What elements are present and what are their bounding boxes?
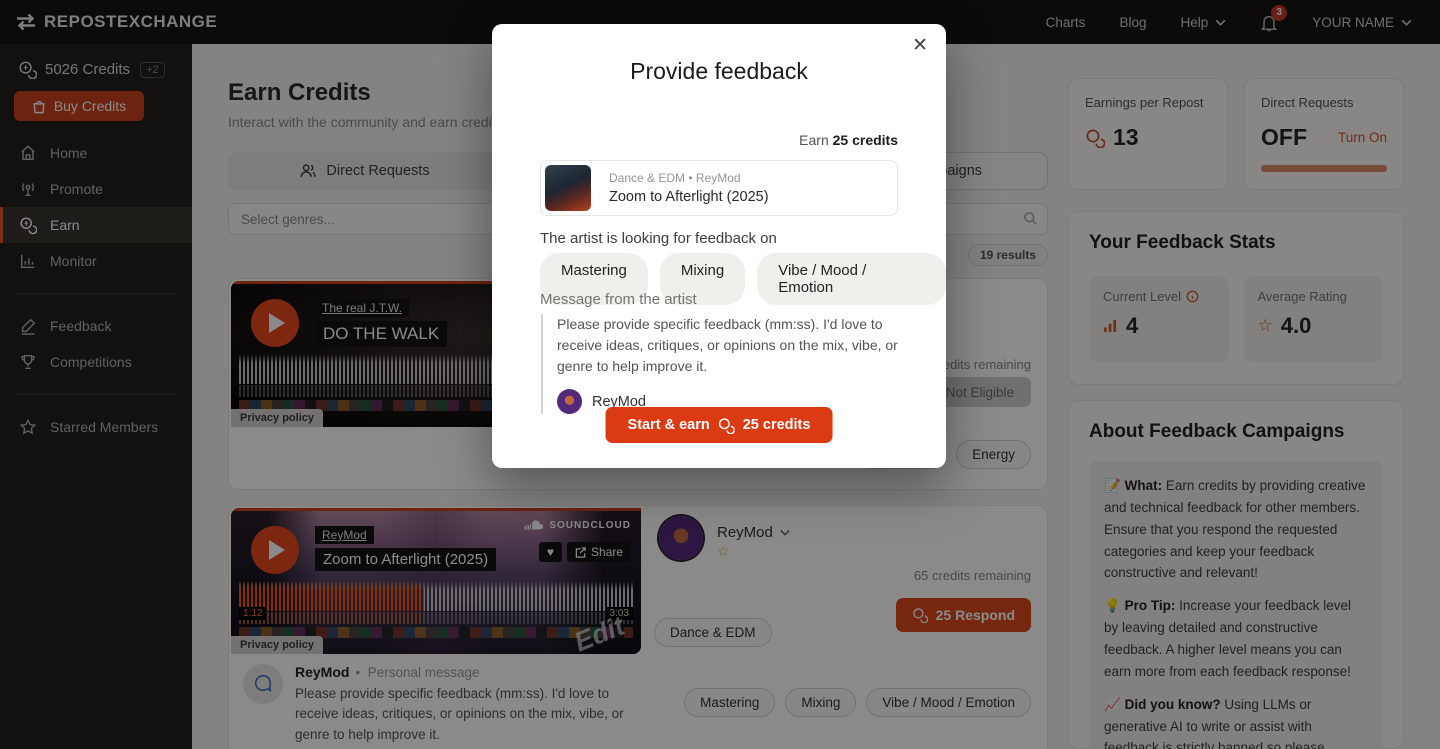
close-icon[interactable]: ✕: [912, 36, 928, 55]
message-from-artist-label: Message from the artist: [540, 291, 697, 308]
album-art: [545, 165, 591, 211]
track-meta: Dance & EDM • ReyMod: [609, 171, 769, 185]
looking-for-label: The artist is looking for feedback on: [540, 230, 777, 247]
modal-title: Provide feedback: [492, 58, 946, 85]
provide-feedback-modal: ✕ Provide feedback Earn 25 credits Dance…: [492, 24, 946, 468]
avatar[interactable]: [557, 389, 582, 414]
start-and-earn-button[interactable]: Start & earn 25 credits: [606, 407, 833, 443]
track-name: Zoom to Afterlight (2025): [609, 189, 769, 205]
coin-icon: [718, 417, 735, 434]
artist-message-text: Please provide specific feedback (mm:ss)…: [557, 314, 913, 377]
feedback-category-chip: Vibe / Mood / Emotion: [757, 253, 946, 305]
artist-message-quote: Please provide specific feedback (mm:ss)…: [541, 314, 913, 414]
track-summary-card[interactable]: Dance & EDM • ReyMod Zoom to Afterlight …: [540, 160, 898, 216]
earn-amount-label: Earn 25 credits: [799, 132, 898, 148]
